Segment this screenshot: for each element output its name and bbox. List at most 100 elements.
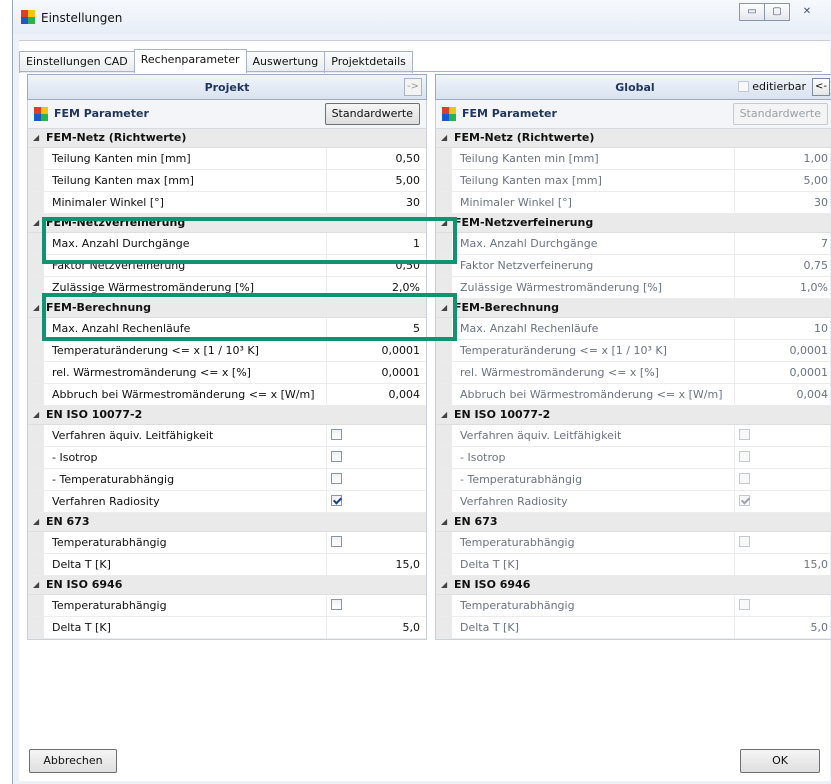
standardwerte-button[interactable]: Standardwerte: [324, 103, 420, 125]
property-grid: ◢ FEM-Netz (Richtwerte) Teilung Kanten min…: [435, 128, 831, 640]
category-header[interactable]: ◢ EN ISO 10077-2: [436, 406, 831, 425]
editierbar-checkbox-box[interactable]: [738, 81, 750, 92]
category-label: FEM-Netz (Richtwerte): [46, 131, 187, 144]
property-row[interactable]: Temperaturabhängig: [28, 532, 426, 554]
property-row[interactable]: Minimaler Winkel [°] 30: [28, 192, 426, 214]
collapse-triangle-icon[interactable]: ◢: [33, 576, 39, 594]
property-label: Teilung Kanten min [mm]: [452, 148, 735, 169]
category-header[interactable]: ◢ EN 673: [436, 513, 831, 532]
property-row[interactable]: rel. Wärmestromänderung <= x [%] 0,0001: [28, 362, 426, 384]
property-checkbox[interactable]: [331, 429, 342, 440]
editierbar-checkbox[interactable]: editierbar: [738, 80, 806, 93]
property-value: 5,0: [810, 621, 829, 634]
property-checkbox[interactable]: [331, 599, 342, 610]
property-row[interactable]: Delta T [K] 15,0: [436, 554, 831, 576]
property-value: 0,004: [796, 388, 829, 401]
property-row[interactable]: Temperaturänderung <= x [1 / 10³ K] 0,000…: [28, 340, 426, 362]
property-value[interactable]: 0,0001: [327, 362, 426, 383]
property-row[interactable]: Verfahren Radiosity: [28, 491, 426, 513]
category-header[interactable]: ◢ FEM-Berechnung: [436, 299, 831, 318]
tab-projektdetails[interactable]: Projektdetails: [324, 51, 413, 73]
collapse-triangle-icon[interactable]: ◢: [441, 513, 447, 531]
property-row[interactable]: - Temperaturabhängig: [28, 469, 426, 491]
property-row[interactable]: - Temperaturabhängig: [436, 469, 831, 491]
property-value[interactable]: 0,004: [327, 384, 426, 405]
collapse-triangle-icon[interactable]: ◢: [33, 299, 39, 317]
collapse-triangle-icon[interactable]: ◢: [441, 406, 447, 424]
property-value: 0,0001: [789, 344, 829, 357]
property-row[interactable]: Temperaturabhängig: [436, 532, 831, 554]
highlight-box-netzverfeinerung: [42, 217, 457, 264]
copy-to-project-button[interactable]: <-: [812, 78, 830, 96]
property-row[interactable]: Temperaturabhängig: [28, 595, 426, 617]
project-panel: Projekt -> FEM Parameter Standardwerte ◢…: [27, 74, 427, 640]
property-value[interactable]: 0,0001: [327, 340, 426, 361]
property-row[interactable]: Teilung Kanten min [mm] 0,50: [28, 148, 426, 170]
window-title: Einstellungen: [41, 11, 123, 25]
property-row[interactable]: Temperaturänderung <= x [1 / 10³ K] 0,000…: [436, 340, 831, 362]
property-row[interactable]: rel. Wärmestromänderung <= x [%] 0,0001: [436, 362, 831, 384]
collapse-triangle-icon[interactable]: ◢: [33, 406, 39, 424]
property-label: Faktor Netzverfeinerung: [452, 255, 735, 276]
category-header[interactable]: ◢ FEM-Netz (Richtwerte): [28, 129, 426, 148]
tab-einstellungen-cad[interactable]: Einstellungen CAD: [19, 51, 135, 73]
property-row[interactable]: Verfahren Radiosity: [436, 491, 831, 513]
settings-window: Einstellungen ▭ ▢ ✕ Einstellungen CAD Re…: [12, 0, 831, 784]
property-row[interactable]: Delta T [K] 5,0: [28, 617, 426, 639]
property-checkbox: [739, 451, 750, 462]
collapse-triangle-icon[interactable]: ◢: [441, 129, 447, 147]
property-row[interactable]: - Isotrop: [28, 447, 426, 469]
collapse-triangle-icon[interactable]: ◢: [33, 513, 39, 531]
property-row[interactable]: Teilung Kanten max [mm] 5,00: [436, 170, 831, 192]
property-row[interactable]: Faktor Netzverfeinerung 0,75: [436, 255, 831, 277]
property-row[interactable]: - Isotrop: [436, 447, 831, 469]
ok-button[interactable]: OK: [740, 749, 820, 773]
property-row[interactable]: Abbruch bei Wärmestromänderung <= x [W/m…: [28, 384, 426, 406]
cancel-button[interactable]: Abbrechen: [29, 749, 117, 773]
property-row[interactable]: Max. Anzahl Durchgänge 7: [436, 233, 831, 255]
property-row[interactable]: Max. Anzahl Rechenläufe 10: [436, 318, 831, 340]
property-value[interactable]: 0,50: [327, 148, 426, 169]
category-header[interactable]: ◢ FEM-Netzverfeinerung: [436, 214, 831, 233]
property-value[interactable]: 30: [327, 192, 426, 213]
property-row[interactable]: Verfahren äquiv. Leitfähigkeit: [436, 425, 831, 447]
property-value: 10: [814, 322, 828, 335]
category-label: EN ISO 10077-2: [454, 408, 551, 421]
property-row[interactable]: Verfahren äquiv. Leitfähigkeit: [28, 425, 426, 447]
property-row[interactable]: Teilung Kanten max [mm] 5,00: [28, 170, 426, 192]
property-value[interactable]: 5,0: [327, 617, 426, 638]
property-value: 0,75: [803, 259, 829, 272]
collapse-triangle-icon[interactable]: ◢: [33, 214, 39, 232]
category-header[interactable]: ◢ EN ISO 10077-2: [28, 406, 426, 425]
property-row[interactable]: Abbruch bei Wärmestromänderung <= x [W/m…: [436, 384, 831, 406]
property-checkbox[interactable]: [331, 495, 342, 506]
property-value[interactable]: 15,0: [327, 554, 426, 575]
property-checkbox[interactable]: [331, 451, 342, 462]
copy-to-global-button[interactable]: ->: [404, 78, 422, 96]
tab-rechenparameter[interactable]: Rechenparameter: [133, 49, 247, 73]
category-header[interactable]: ◢ FEM-Netz (Richtwerte): [436, 129, 831, 148]
property-checkbox[interactable]: [331, 536, 342, 547]
property-row[interactable]: Delta T [K] 15,0: [28, 554, 426, 576]
category-header[interactable]: ◢ EN 673: [28, 513, 426, 532]
property-label: Zulässige Wärmestromänderung [%]: [452, 277, 735, 298]
maximize-button[interactable]: ▢: [764, 3, 790, 21]
collapse-triangle-icon[interactable]: ◢: [33, 129, 39, 147]
property-value: 7: [821, 237, 828, 250]
property-row[interactable]: Minimaler Winkel [°] 30: [436, 192, 831, 214]
property-row[interactable]: Delta T [K] 5,0: [436, 617, 831, 639]
close-button[interactable]: ✕: [789, 3, 825, 21]
category-label: EN 673: [46, 515, 90, 528]
minimize-button[interactable]: ▭: [739, 3, 765, 21]
property-row[interactable]: Zulässige Wärmestromänderung [%] 1,0%: [436, 277, 831, 299]
collapse-triangle-icon[interactable]: ◢: [441, 576, 447, 594]
category-label: EN ISO 6946: [454, 578, 531, 591]
property-checkbox[interactable]: [331, 473, 342, 484]
category-header[interactable]: ◢ EN ISO 6946: [436, 576, 831, 595]
property-label: Minimaler Winkel [°]: [452, 192, 735, 213]
property-row[interactable]: Teilung Kanten min [mm] 1,00: [436, 148, 831, 170]
category-header[interactable]: ◢ EN ISO 6946: [28, 576, 426, 595]
property-value[interactable]: 5,00: [327, 170, 426, 191]
property-row[interactable]: Temperaturabhängig: [436, 595, 831, 617]
tab-auswertung[interactable]: Auswertung: [245, 51, 326, 73]
